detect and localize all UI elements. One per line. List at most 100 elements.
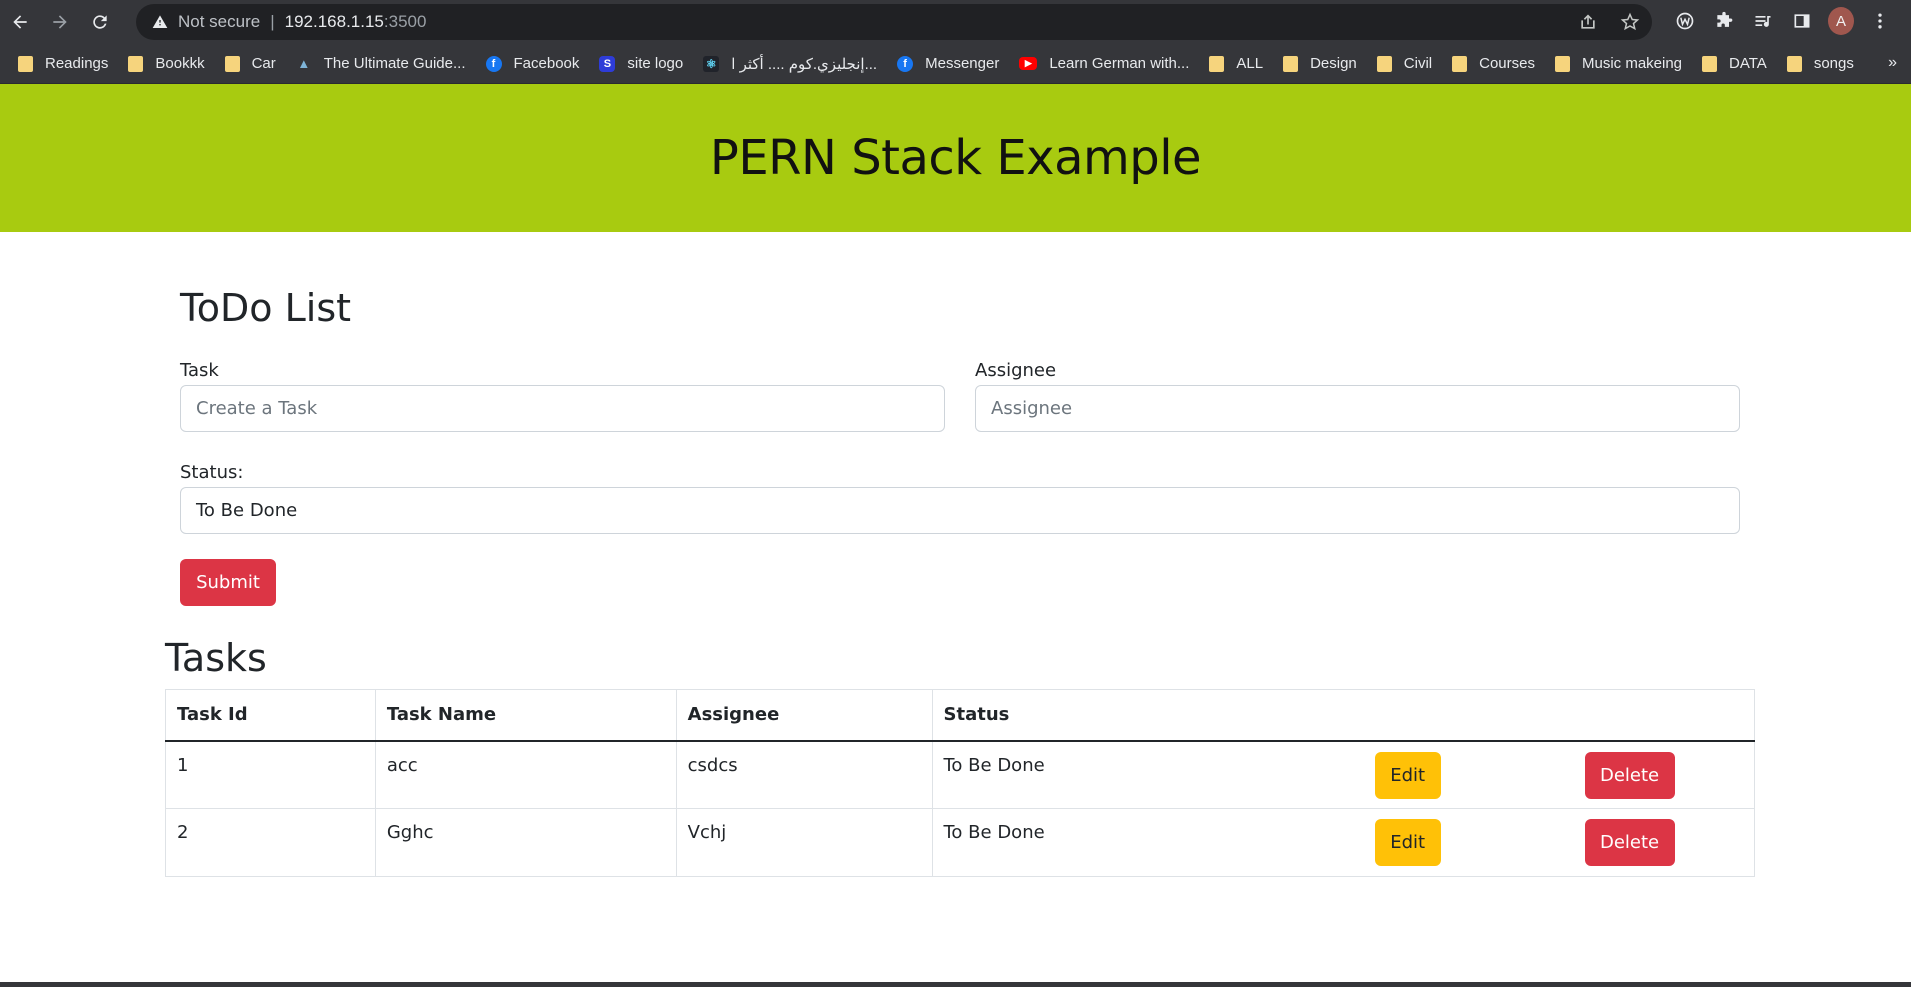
bookmark-label: Design [1310, 55, 1357, 72]
assignee-cell: csdcs [675, 740, 933, 809]
edit-cell: Edit [1356, 740, 1565, 809]
column-header-task-id: Task Id [165, 689, 376, 742]
bookmark-music-makeing[interactable]: Music makeing [1554, 48, 1690, 80]
browser-toolbar: Not secure | 192.168.1.15:3500 A [0, 0, 1911, 44]
bookmark-label: Car [251, 55, 276, 72]
extensions-puzzle-icon[interactable] [1711, 6, 1737, 36]
reload-icon[interactable] [80, 2, 120, 42]
bookmark-label: DATA [1729, 55, 1767, 72]
media-queue-icon[interactable] [1750, 6, 1776, 36]
column-header-task-name: Task Name [374, 689, 677, 742]
bookmark-readings[interactable]: Readings [18, 48, 116, 80]
status-select[interactable]: To Be Done [180, 487, 1740, 534]
bookmark-car[interactable]: Car [224, 48, 284, 80]
delete-button[interactable]: Delete [1584, 751, 1675, 799]
bookmark-messenger[interactable]: f Messenger [897, 48, 1007, 80]
youtube-icon: ▶ [1019, 57, 1038, 70]
bookmark-label: songs [1813, 55, 1854, 72]
window-bottom-edge [0, 982, 1911, 987]
folder-icon [1209, 55, 1225, 72]
table-row: 2 Gghc Vchj To Be Done Edit Delete [165, 808, 1755, 877]
assignee-cell: Vchj [675, 808, 933, 877]
delete-button[interactable]: Delete [1584, 819, 1675, 866]
bookmark-civil[interactable]: Civil [1376, 48, 1440, 80]
status-cell: To Be Done [931, 808, 1357, 877]
bookmark-star-icon[interactable] [1618, 10, 1642, 34]
submit-button[interactable]: Submit [180, 559, 276, 606]
status-label: Status: [180, 462, 244, 483]
delete-cell: Delete [1564, 740, 1755, 809]
column-header-delete [1564, 689, 1755, 742]
task-id-cell: 1 [165, 740, 376, 809]
assignee-label: Assignee [975, 360, 1057, 381]
forward-arrow-icon[interactable] [40, 2, 80, 42]
bookmark-engleezy[interactable]: ⚛ إنجليزي.كوم .... أكثر ا... [703, 48, 885, 80]
page-header: PERN Stack Example [0, 84, 1911, 232]
tasks-title: Tasks [165, 636, 267, 680]
bookmark-songs[interactable]: songs [1786, 48, 1862, 80]
bookmark-label: إنجليزي.كوم .... أكثر ا... [731, 55, 878, 73]
edit-button[interactable]: Edit [1374, 751, 1441, 799]
bookmark-label: Messenger [925, 55, 1000, 72]
bookmark-label: Courses [1479, 55, 1535, 72]
folder-icon [128, 55, 144, 72]
mountain-icon: ▲ [297, 56, 311, 71]
security-status[interactable]: Not secure [178, 12, 260, 32]
back-arrow-icon[interactable] [0, 2, 40, 42]
folder-icon [1702, 55, 1718, 72]
task-name-cell: Gghc [374, 808, 677, 877]
folder-icon [1554, 55, 1570, 72]
menu-kebab-icon[interactable] [1867, 6, 1893, 36]
table-row: 1 acc csdcs To Be Done Edit Delete [165, 740, 1755, 809]
task-id-cell: 2 [165, 808, 376, 877]
folder-icon [224, 55, 240, 72]
todo-list-title: ToDo List [180, 286, 352, 330]
avatar: A [1828, 7, 1854, 35]
bookmark-label: Bookkk [155, 55, 205, 72]
bookmark-label: Music makeing [1581, 55, 1683, 72]
column-header-assignee: Assignee [675, 689, 933, 742]
site-logo-icon: S [599, 55, 616, 72]
tasks-table: Task Id Task Name Assignee Status 1 acc … [165, 689, 1755, 877]
edit-button[interactable]: Edit [1374, 819, 1441, 866]
bookmarks-bar: Readings Bookkk Car ▲ The Ultimate Guide.… [0, 44, 1911, 84]
facebook-icon: f [485, 55, 502, 72]
folder-icon [1283, 55, 1299, 72]
react-icon: ⚛ [703, 55, 720, 72]
table-header-row: Task Id Task Name Assignee Status [165, 689, 1755, 742]
folder-icon [1786, 55, 1802, 72]
profile-avatar[interactable]: A [1828, 6, 1854, 36]
bookmark-ultimate-guide[interactable]: ▲ The Ultimate Guide... [296, 48, 474, 80]
bookmark-label: Learn German with... [1049, 55, 1190, 72]
task-input[interactable]: Create a Task [180, 385, 945, 432]
bookmark-label: site logo [627, 55, 684, 72]
task-label: Task [180, 360, 219, 381]
facebook-icon: f [897, 55, 914, 72]
extension-w-icon[interactable] [1672, 6, 1698, 36]
more-bookmarks-chevron-icon[interactable]: » [1888, 54, 1897, 72]
folder-icon [1376, 55, 1392, 72]
bookmark-label: The Ultimate Guide... [323, 55, 466, 72]
bookmark-courses[interactable]: Courses [1452, 48, 1543, 80]
url-separator: | [270, 12, 275, 31]
bookmark-bookkk[interactable]: Bookkk [128, 48, 212, 80]
bookmark-label: Civil [1403, 55, 1433, 72]
bookmark-design[interactable]: Design [1283, 48, 1365, 80]
url-host: 192.168.1.15 [284, 12, 384, 31]
bookmark-label: Facebook [513, 55, 580, 72]
folder-icon [18, 55, 33, 72]
bookmark-site-logo[interactable]: Ssite logo [599, 48, 691, 80]
assignee-input[interactable]: Assignee [975, 385, 1740, 432]
bookmark-learn-german[interactable]: ▶ Learn German with... [1019, 48, 1197, 80]
task-name-cell: acc [374, 740, 677, 809]
folder-icon [1452, 55, 1468, 72]
warning-icon [152, 14, 168, 30]
bookmark-data[interactable]: DATA [1702, 48, 1775, 80]
side-panel-icon[interactable] [1789, 6, 1815, 36]
page-title: PERN Stack Example [709, 130, 1202, 186]
share-icon[interactable] [1576, 10, 1600, 34]
address-bar[interactable]: Not secure | 192.168.1.15:3500 [136, 4, 1652, 40]
bookmark-all[interactable]: ALL [1209, 48, 1271, 80]
bookmark-facebook[interactable]: f Facebook [485, 48, 588, 80]
column-header-status: Status [931, 689, 1357, 742]
